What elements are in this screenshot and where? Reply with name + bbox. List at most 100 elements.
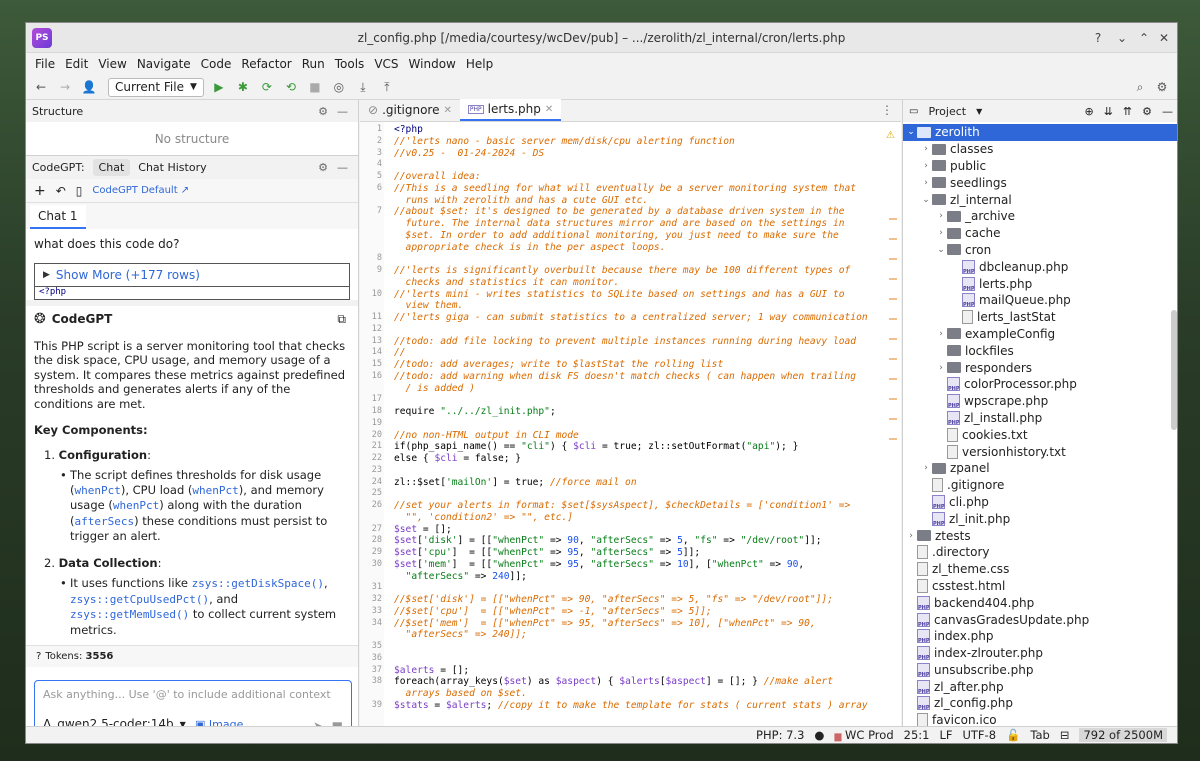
- file-encoding[interactable]: UTF-8: [962, 728, 996, 742]
- close-tab-icon[interactable]: ✕: [443, 105, 451, 116]
- tree-item[interactable]: › ztests: [903, 527, 1177, 544]
- tree-item[interactable]: csstest.html: [903, 578, 1177, 595]
- tree-item[interactable]: › classes: [903, 141, 1177, 158]
- undo-icon[interactable]: ↶: [56, 184, 66, 198]
- debug-icon[interactable]: ✱: [234, 78, 252, 96]
- structure-settings-icon[interactable]: ⚙: [318, 105, 328, 118]
- minimize-icon[interactable]: ⌄: [1113, 29, 1131, 47]
- tab-chat-history[interactable]: Chat History: [138, 161, 206, 174]
- run-icon[interactable]: ▶: [210, 78, 228, 96]
- editor-menu-icon[interactable]: ⋮: [881, 103, 893, 117]
- cursor-position[interactable]: 25:1: [904, 728, 930, 742]
- tree-item[interactable]: › cache: [903, 225, 1177, 242]
- codegpt-hide-icon[interactable]: —: [337, 161, 348, 174]
- memory-indicator[interactable]: 792 of 2500M: [1079, 728, 1167, 742]
- server-status[interactable]: ▆ WC Prod: [834, 728, 893, 742]
- coverage-icon[interactable]: ⟳: [258, 78, 276, 96]
- project-settings-icon[interactable]: ⚙: [1142, 105, 1152, 118]
- structure-hide-icon[interactable]: —: [337, 105, 348, 118]
- tree-item[interactable]: › seedlings: [903, 174, 1177, 191]
- tree-item[interactable]: cookies.txt: [903, 426, 1177, 443]
- tree-item[interactable]: PHP colorProcessor.php: [903, 376, 1177, 393]
- chevron-right-icon[interactable]: ›: [920, 463, 932, 473]
- copy-icon[interactable]: ⧉: [337, 312, 346, 327]
- menu-tools[interactable]: Tools: [330, 57, 370, 71]
- error-stripe[interactable]: [889, 200, 897, 450]
- menu-vcs[interactable]: VCS: [369, 57, 403, 71]
- github-icon[interactable]: ●: [814, 728, 824, 742]
- tree-item[interactable]: PHP zl_init.php: [903, 510, 1177, 527]
- profile-icon[interactable]: ⟲: [282, 78, 300, 96]
- tree-scrollbar[interactable]: [1171, 310, 1177, 430]
- codegpt-default-link[interactable]: CodeGPT Default ↗: [92, 185, 189, 196]
- maximize-icon[interactable]: ⌃: [1135, 29, 1153, 47]
- tree-item[interactable]: ⌄ zl_internal: [903, 191, 1177, 208]
- chevron-right-icon[interactable]: ›: [920, 144, 932, 154]
- project-title[interactable]: Project: [928, 105, 966, 118]
- chevron-right-icon[interactable]: ›: [905, 531, 917, 541]
- tree-item[interactable]: › exampleConfig: [903, 326, 1177, 343]
- tree-item[interactable]: versionhistory.txt: [903, 443, 1177, 460]
- close-tab-icon[interactable]: ✕: [545, 104, 553, 115]
- tree-item[interactable]: lerts_lastStat: [903, 309, 1177, 326]
- tree-item[interactable]: PHP unsubscribe.php: [903, 662, 1177, 679]
- tab-chat-1[interactable]: Chat 1: [30, 205, 86, 229]
- chevron-down-icon[interactable]: ⌄: [905, 127, 917, 137]
- tree-item[interactable]: PHP zl_after.php: [903, 678, 1177, 695]
- line-separator[interactable]: LF: [939, 728, 952, 742]
- settings-icon[interactable]: ⚙: [1153, 78, 1171, 96]
- chevron-right-icon[interactable]: ›: [920, 178, 932, 188]
- php-version[interactable]: PHP: 7.3: [756, 728, 804, 742]
- tree-item[interactable]: PHP index-zlrouter.php: [903, 645, 1177, 662]
- tree-item[interactable]: PHP dbcleanup.php: [903, 258, 1177, 275]
- back-icon[interactable]: ←: [32, 78, 50, 96]
- menu-run[interactable]: Run: [297, 57, 330, 71]
- expand-all-icon[interactable]: ⇊: [1104, 105, 1113, 118]
- user-icon[interactable]: 👤: [80, 78, 98, 96]
- indent-setting[interactable]: Tab: [1030, 728, 1049, 742]
- chevron-right-icon[interactable]: ›: [935, 228, 947, 238]
- search-icon[interactable]: ⌕: [1131, 78, 1149, 96]
- chevron-right-icon[interactable]: ›: [935, 329, 947, 339]
- tree-item[interactable]: lockfiles: [903, 342, 1177, 359]
- tab-lerts[interactable]: PHP lerts.php ✕: [459, 99, 562, 121]
- tree-item[interactable]: › responders: [903, 359, 1177, 376]
- chevron-right-icon[interactable]: ›: [920, 161, 932, 171]
- menu-view[interactable]: View: [93, 57, 131, 71]
- tab-chat[interactable]: Chat: [92, 159, 131, 176]
- tree-item[interactable]: PHP lerts.php: [903, 275, 1177, 292]
- warning-icon[interactable]: ⚠: [886, 130, 895, 141]
- tree-item[interactable]: .directory: [903, 544, 1177, 561]
- menu-help[interactable]: Help: [461, 57, 498, 71]
- tree-item[interactable]: PHP zl_install.php: [903, 410, 1177, 427]
- tree-item[interactable]: › _archive: [903, 208, 1177, 225]
- collapse-all-icon[interactable]: ⇈: [1123, 105, 1132, 118]
- menu-edit[interactable]: Edit: [60, 57, 93, 71]
- tree-item[interactable]: .gitignore: [903, 477, 1177, 494]
- show-more-button[interactable]: ▶ Show More (+177 rows): [34, 263, 350, 287]
- upload-icon[interactable]: ⤒: [378, 78, 396, 96]
- tree-item[interactable]: › public: [903, 158, 1177, 175]
- chat-input[interactable]: Ask anything... Use '@' to include addit…: [35, 681, 351, 708]
- chevron-down-icon[interactable]: ⌄: [935, 245, 947, 255]
- close-icon[interactable]: ✕: [1155, 29, 1173, 47]
- menu-navigate[interactable]: Navigate: [132, 57, 196, 71]
- menu-file[interactable]: File: [30, 57, 60, 71]
- tree-item[interactable]: PHP cli.php: [903, 494, 1177, 511]
- tree-item[interactable]: › zpanel: [903, 460, 1177, 477]
- locate-icon[interactable]: ⊕: [1084, 105, 1093, 118]
- tree-item[interactable]: PHP mailQueue.php: [903, 292, 1177, 309]
- run-config-select[interactable]: Current File ▼: [108, 77, 204, 97]
- project-hide-icon[interactable]: —: [1162, 105, 1173, 118]
- codegpt-settings-icon[interactable]: ⚙: [318, 161, 328, 174]
- lock-icon[interactable]: 🔓: [1006, 728, 1020, 742]
- tab-gitignore[interactable]: ⊘ .gitignore ✕: [360, 99, 460, 121]
- forward-icon[interactable]: →: [56, 78, 74, 96]
- layout-icon[interactable]: ▯: [76, 184, 83, 198]
- tree-item[interactable]: zl_theme.css: [903, 561, 1177, 578]
- chevron-right-icon[interactable]: ›: [935, 211, 947, 221]
- tree-item[interactable]: PHP zl_config.php: [903, 695, 1177, 712]
- help-icon[interactable]: ?: [1089, 29, 1107, 47]
- tree-item[interactable]: PHP index.php: [903, 628, 1177, 645]
- chevron-down-icon[interactable]: ⌄: [920, 195, 932, 205]
